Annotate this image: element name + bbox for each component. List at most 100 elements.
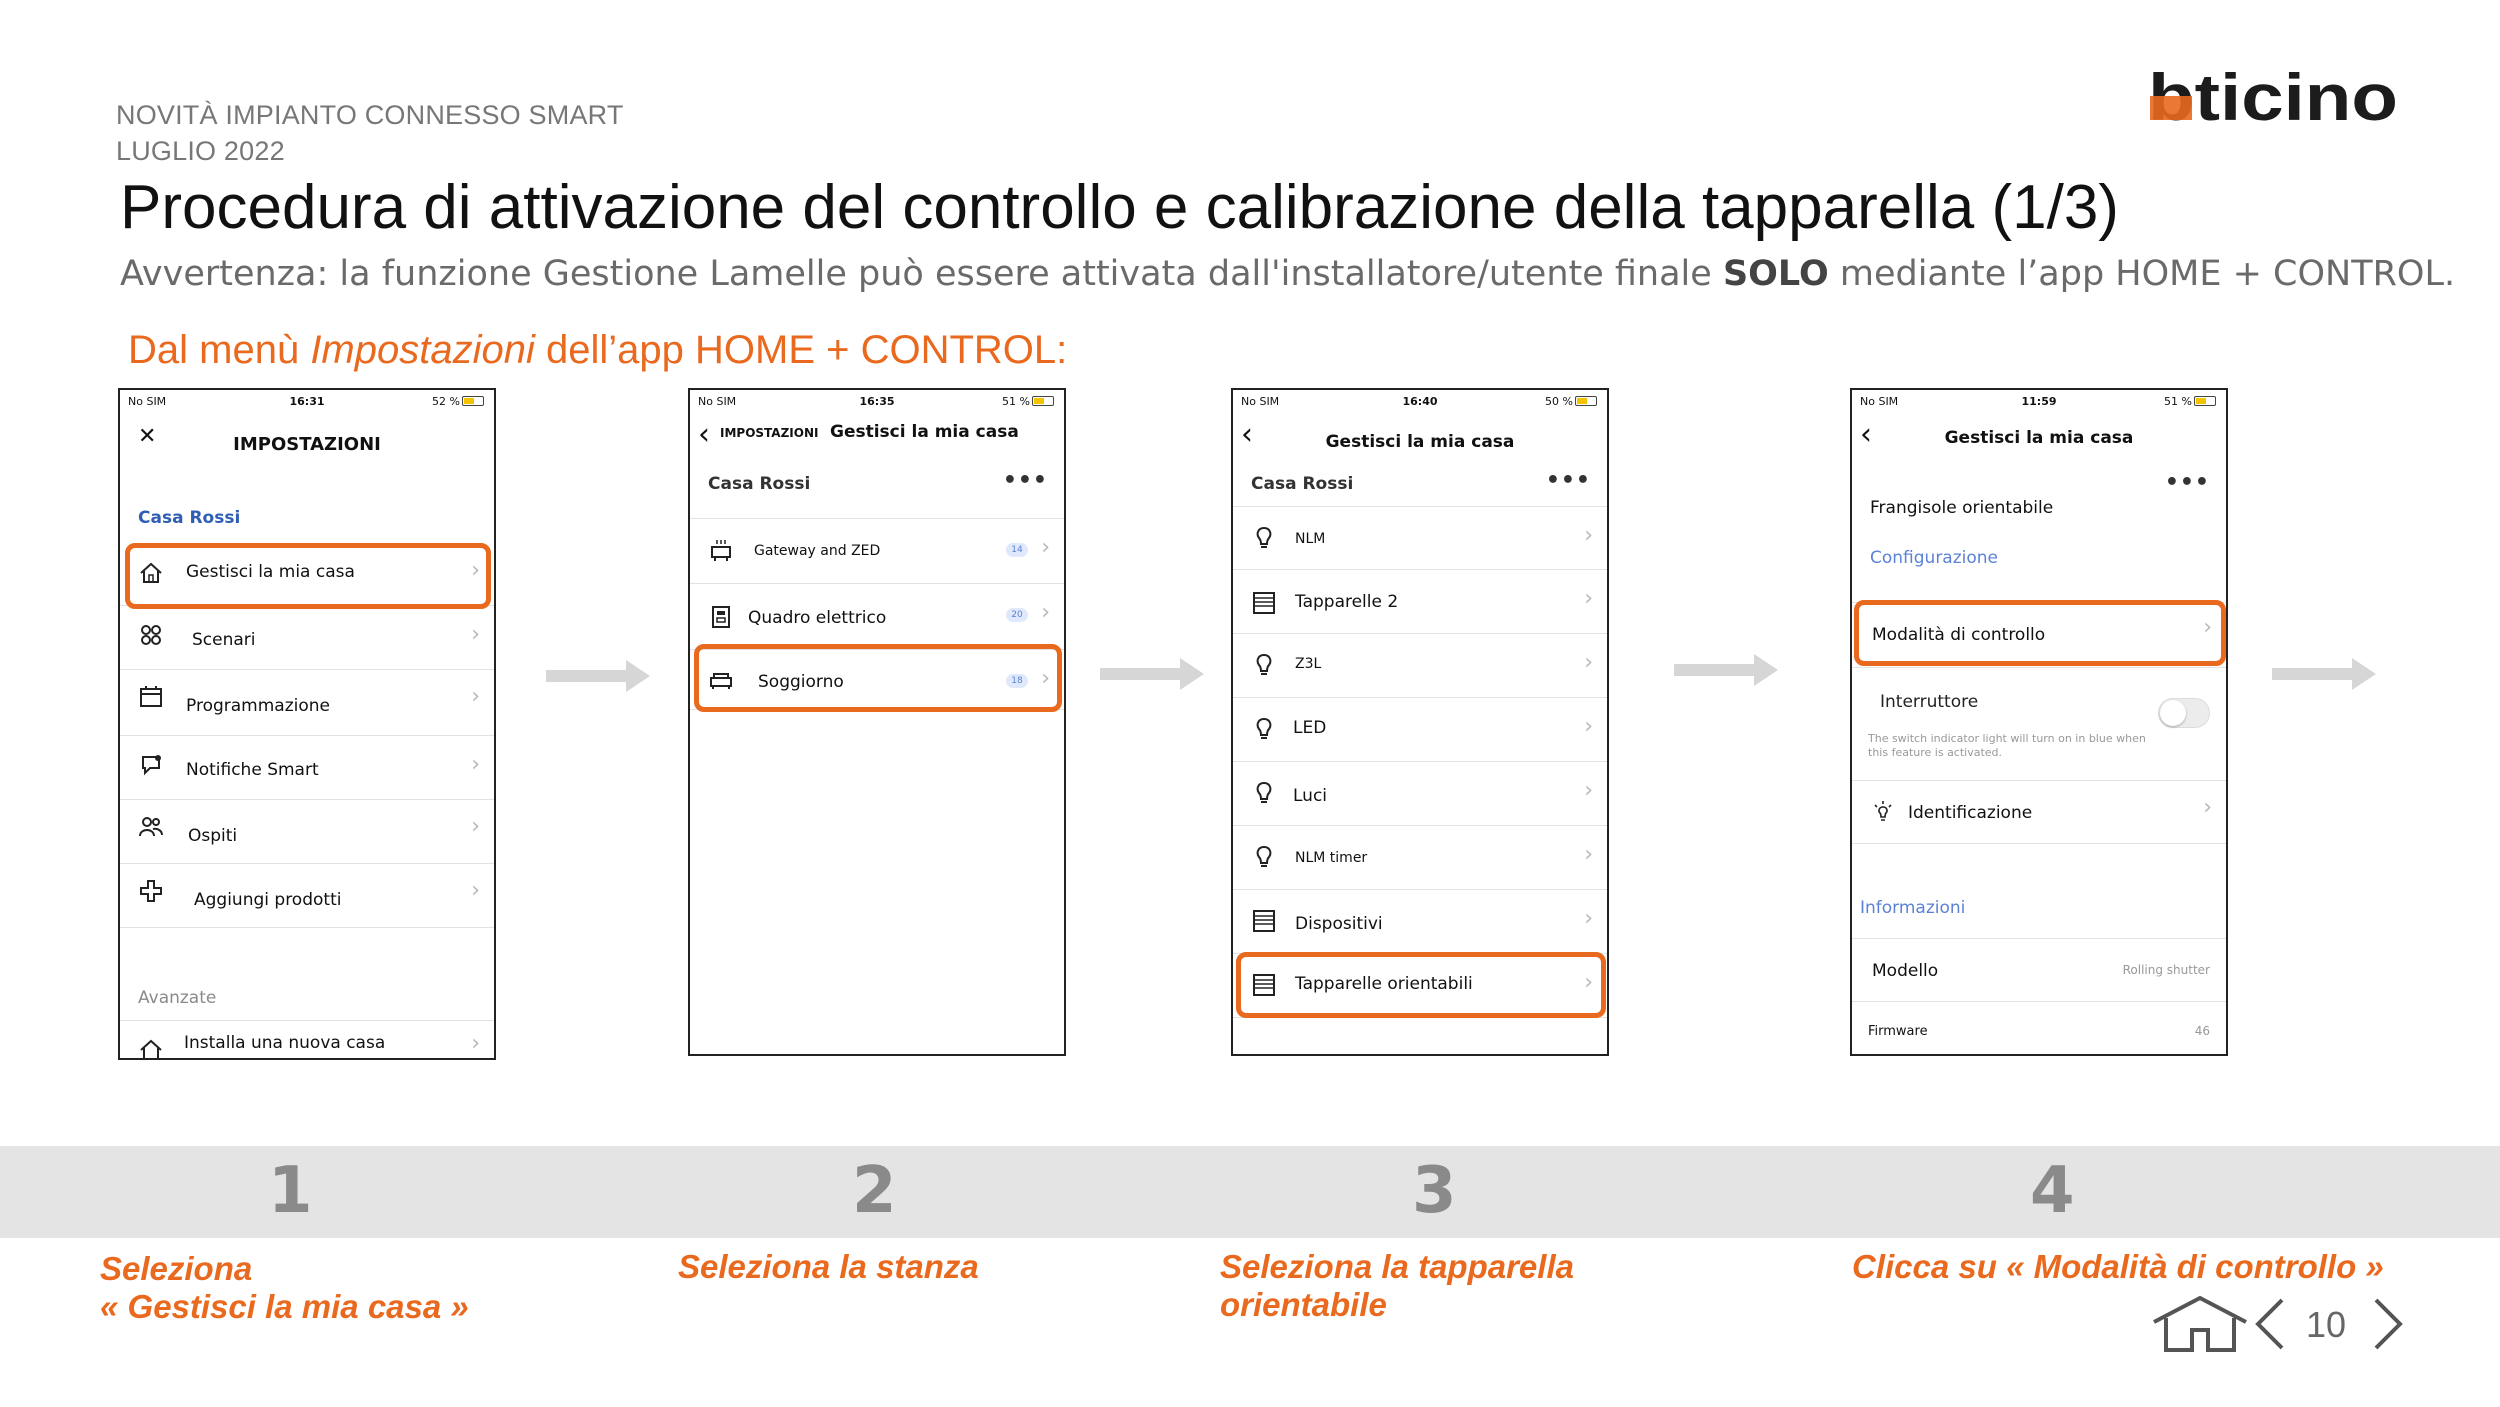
menu-item-programmazione[interactable]: Programmazione › <box>120 670 494 736</box>
page-title: Procedura di attivazione del controllo e… <box>120 173 2119 242</box>
phone-screen-4: No SIM 11:59 51 % ‹ Gestisci la mia casa… <box>1850 388 2228 1056</box>
step-1-caption: Seleziona « Gestisci la mia casa » <box>100 1250 469 1325</box>
highlight-gestisci <box>125 543 491 609</box>
device-item-dispositivi[interactable]: Dispositivi › <box>1233 890 1607 954</box>
status-bar: No SIM 16:40 50 % <box>1233 390 1607 414</box>
chevron-right-icon: › <box>471 878 480 903</box>
arrow-right-icon <box>1100 658 1204 690</box>
step-number-2: 2 <box>852 1154 897 1228</box>
chevron-right-icon: › <box>471 684 480 709</box>
scenes-icon <box>141 625 161 645</box>
chevron-right-icon: › <box>1584 586 1593 611</box>
menu-item-ospiti[interactable]: Ospiti › <box>120 800 494 864</box>
section-avanzate: Avanzate <box>138 988 217 1008</box>
identification-item[interactable]: Identificazione › <box>1852 780 2226 844</box>
identify-icon <box>1874 801 1892 821</box>
phone-screen-1: No SIM 16:31 52 % ✕ IMPOSTAZIONI Casa Ro… <box>118 388 496 1060</box>
bticino-logo: bticino <box>2148 66 2398 132</box>
firmware-row: Firmware 46 <box>1868 1024 2210 1039</box>
chevron-right-icon: › <box>471 814 480 839</box>
device-item-tapparelle-2[interactable]: Tapparelle 2 › <box>1233 570 1607 634</box>
shutter-icon <box>1253 910 1275 932</box>
section-informazioni: Informazioni <box>1860 898 1966 918</box>
arrow-right-icon <box>2272 658 2376 690</box>
home-nav-icon[interactable] <box>2148 1292 2252 1356</box>
step-number-1: 1 <box>268 1154 313 1228</box>
bulb-icon <box>1256 717 1272 739</box>
device-item-led[interactable]: LED › <box>1233 698 1607 762</box>
previous-page-icon[interactable] <box>2252 1296 2288 1352</box>
back-chevron-icon[interactable]: ‹ <box>698 420 710 450</box>
intro-text: Dal menù Impostazioni dell’app HOME + CO… <box>128 328 1068 372</box>
device-item-z3l[interactable]: Z3L › <box>1233 634 1607 698</box>
shutter-icon <box>1253 592 1275 614</box>
add-product-icon <box>140 880 162 902</box>
configuration-link[interactable]: Configurazione <box>1870 548 1998 568</box>
battery-icon <box>462 396 484 406</box>
chevron-right-icon: › <box>1041 535 1050 560</box>
back-label[interactable]: IMPOSTAZIONI <box>720 426 818 440</box>
bulb-icon <box>1256 845 1272 867</box>
status-bar: No SIM 11:59 51 % <box>1852 390 2226 414</box>
chevron-right-icon: › <box>1584 650 1593 675</box>
switch-toggle[interactable] <box>2158 698 2210 728</box>
more-icon[interactable]: ••• <box>1003 468 1048 493</box>
section-casa-rossi: Casa Rossi <box>138 508 241 528</box>
screen-title: Gestisci la mia casa <box>1325 432 1515 452</box>
status-bar: No SIM 16:31 52 % <box>120 390 494 414</box>
kicker-line-1: NOVITÀ IMPIANTO CONNESSO SMART <box>116 100 624 130</box>
chevron-right-icon: › <box>1041 600 1050 625</box>
screen-title: Gestisci la mia casa <box>830 422 1019 442</box>
step-number-3: 3 <box>1412 1154 1457 1228</box>
step-3-caption: Seleziona la tapparella orientabile <box>1220 1248 1574 1323</box>
chevron-right-icon: › <box>1584 906 1593 931</box>
chevron-right-icon: › <box>2203 795 2212 820</box>
chevron-right-icon: › <box>1584 714 1593 739</box>
more-icon[interactable]: ••• <box>2165 470 2210 495</box>
step-4-caption: Clicca su « Modalità di controllo » <box>1852 1248 2384 1285</box>
count-badge: 20 <box>1006 608 1028 622</box>
warning-text: Avvertenza: la funzione Gestione Lamelle… <box>120 254 2456 294</box>
switch-help-text: The switch indicator light will turn on … <box>1868 732 2146 759</box>
switch-label: Interruttore <box>1880 692 1979 712</box>
kicker-line-2: LUGLIO 2022 <box>116 136 285 166</box>
gateway-icon <box>711 540 731 561</box>
more-icon[interactable]: ••• <box>1546 468 1591 493</box>
battery-icon <box>1575 396 1597 406</box>
device-item-nlm[interactable]: NLM › <box>1233 506 1607 570</box>
next-page-icon[interactable] <box>2370 1296 2406 1352</box>
highlight-tapparelle-orientabili <box>1236 952 1606 1018</box>
panel-icon <box>712 606 730 628</box>
menu-item-installa[interactable]: Installa una nuova casa › <box>120 1020 494 1058</box>
page-number: 10 <box>2306 1304 2347 1345</box>
device-item-nlm-timer[interactable]: NLM timer › <box>1233 826 1607 890</box>
chevron-right-icon: › <box>471 752 480 777</box>
menu-item-scenari[interactable]: Scenari › <box>120 606 494 670</box>
menu-item-notifiche[interactable]: Notifiche Smart › <box>120 736 494 800</box>
section-casa-rossi: Casa Rossi <box>708 474 811 494</box>
section-casa-rossi: Casa Rossi <box>1251 474 1354 494</box>
battery-icon <box>2194 396 2216 406</box>
screen-title: Gestisci la mia casa <box>1944 428 2134 448</box>
battery-icon <box>1032 396 1054 406</box>
status-bar: No SIM 16:35 51 % <box>690 390 1064 414</box>
chevron-right-icon: › <box>1584 842 1593 867</box>
highlight-modalita <box>1854 600 2226 666</box>
guests-icon <box>139 817 163 837</box>
step-number-4: 4 <box>2030 1154 2075 1228</box>
room-item-gateway[interactable]: Gateway and ZED 14 › <box>690 518 1064 584</box>
bulb-icon <box>1256 526 1272 548</box>
arrow-right-icon <box>1674 654 1778 686</box>
chevron-right-icon: › <box>1584 523 1593 548</box>
chevron-right-icon: › <box>1584 778 1593 803</box>
notification-icon <box>142 755 161 776</box>
step-2-caption: Seleziona la stanza <box>678 1248 979 1285</box>
device-item-luci[interactable]: Luci › <box>1233 762 1607 826</box>
phone-screen-3: No SIM 16:40 50 % ‹ Gestisci la mia casa… <box>1231 388 1609 1056</box>
chevron-right-icon: › <box>471 622 480 647</box>
calendar-icon <box>140 686 162 707</box>
bulb-icon <box>1256 653 1272 675</box>
menu-item-aggiungi[interactable]: Aggiungi prodotti › <box>120 864 494 928</box>
screen-title: IMPOSTAZIONI <box>233 434 381 455</box>
room-item-quadro[interactable]: Quadro elettrico 20 › <box>690 584 1064 650</box>
